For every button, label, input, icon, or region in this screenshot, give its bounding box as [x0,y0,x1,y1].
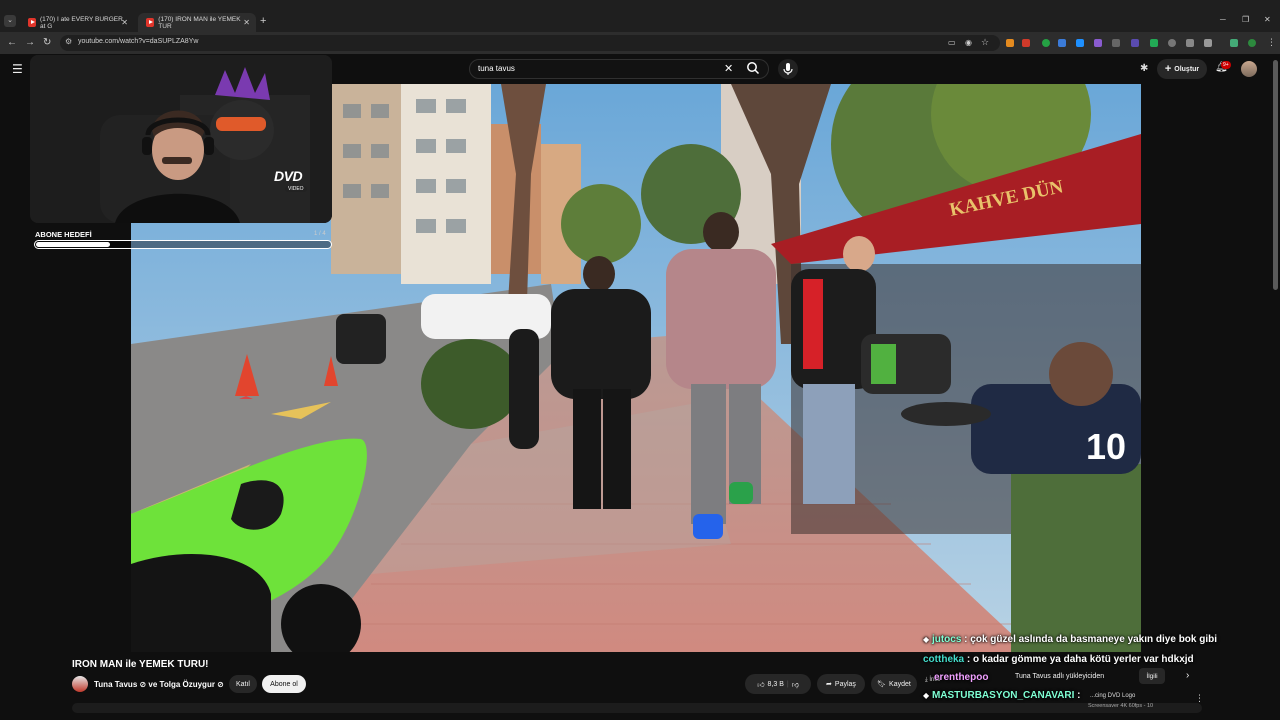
tab-close-icon[interactable]: ✕ [121,18,128,27]
profile-icon[interactable] [1230,39,1238,47]
recommended-video-subtitle[interactable]: Screensaver 4K 60fps - 10 [1088,703,1153,709]
tab-burger-video[interactable]: (170) I ate EVERY BURGER at G ✕ [20,13,134,32]
more-options-icon[interactable]: ⋮ [1195,693,1204,704]
create-button[interactable]: + Oluştur [1157,59,1207,79]
channel-avatar[interactable] [72,676,88,692]
streamer-webcam-scene [30,55,332,223]
microphone-icon[interactable] [778,59,798,79]
whatsapp-icon[interactable] [1042,39,1050,47]
maximize-icon[interactable]: ❐ [1242,15,1249,24]
chat-text: : [1074,690,1081,701]
thumbs-down-icon[interactable]: 👎︎ [792,680,799,689]
extension-icon[interactable] [1076,39,1084,47]
dvd-logo: DVD [274,168,303,184]
tab-title: (170) I ate EVERY BURGER at G [39,15,123,30]
eye-off-icon[interactable]: ◉ [965,38,972,47]
extension-icon[interactable] [1168,39,1176,47]
translate-icon[interactable] [1058,39,1066,47]
share-arrow-icon: ➦ [826,681,832,688]
window-close-icon[interactable]: ✕ [1264,15,1271,24]
description-box[interactable] [72,703,1202,713]
tab-search-icon[interactable]: ⌄ [4,15,16,27]
chat-message: ◆ MASTURBASYON_CANAVARI : [923,690,1080,701]
save-label: Kaydet [889,680,911,688]
chevron-right-icon[interactable]: › [1186,670,1189,681]
like-count[interactable]: 8,3 B [768,681,784,688]
back-arrow-icon[interactable]: ← [7,37,17,48]
youtube-favicon-icon [28,18,36,27]
extension-icon[interactable] [1094,39,1102,47]
minimize-icon[interactable]: ─ [1220,15,1226,24]
channel-names[interactable]: Tuna Tavus ⊘ ve Tolga Özuygur ⊘ [94,680,224,689]
cast-icon[interactable]: ▭ [948,38,956,47]
chat-message: cottheka : o kadar gömme ya daha kötü ye… [923,654,1194,665]
extension-icon[interactable] [1186,39,1194,47]
tab-ironman-video[interactable]: (170) IRON MAN ile YEMEK TUR ✕ [138,13,256,32]
dvd-video-label: VIDEO [285,186,307,192]
url-text[interactable]: youtube.com/watch?v=daSUPLZA8Yw [78,38,198,45]
related-chip[interactable]: İlgili [1139,668,1165,684]
reload-icon[interactable]: ↻ [43,37,51,48]
subscriber-goal-label: ABONE HEDEFİ [35,230,92,239]
extension-icon[interactable] [1006,39,1014,47]
save-button[interactable]: 🔖︎ Kaydet [871,674,917,694]
chat-nick: erenthepoo [934,672,989,683]
extension-icon[interactable] [1131,39,1139,47]
join-button[interactable]: Katıl [229,675,257,693]
tab-title: (170) IRON MAN ile YEMEK TUR [158,15,241,30]
chat-nick: cottheka [923,654,965,665]
uploader-chip[interactable]: Tuna Tavus adlı yükleyiciden [1015,668,1104,684]
chat-message: erenthepoo [934,672,988,683]
bookmark-star-icon[interactable]: ☆ [981,37,989,48]
chat-nick: MASTURBASYON_CANAVARI [931,690,1075,701]
profile-avatar-icon[interactable] [1248,39,1256,47]
extension-icon[interactable] [1150,39,1158,47]
share-button[interactable]: ➦ Paylaş [817,674,865,694]
webcam-overlay [30,55,332,223]
bookmark-icon: 🔖︎ [877,681,887,688]
subscriber-goal-count: 1 / 4 [314,231,326,237]
uploader-chip-label: Tuna Tavus adlı yükleyiciden [1015,672,1105,680]
search-icon[interactable] [746,61,760,75]
clear-search-icon[interactable]: ✕ [724,62,733,75]
tab-close-icon[interactable]: ✕ [243,18,250,27]
hamburger-menu-icon[interactable]: ☰ [12,62,23,76]
subscribe-button[interactable]: Abone ol [262,675,306,693]
video-title: IRON MAN ile YEMEK TURU! [72,659,209,670]
search-query[interactable]: tuna tavus [478,64,515,73]
extension-icon[interactable] [1022,39,1030,47]
create-label: Oluştur [1174,65,1200,73]
extensions-puzzle-icon[interactable] [1204,39,1212,47]
address-bar[interactable] [60,35,1000,51]
page-scrollbar[interactable] [1273,60,1278,290]
browser-menu-icon[interactable]: ⋮ [1267,37,1276,48]
chat-nick: jutocs [931,634,962,645]
chat-message: ◆ jutocs : çok güzel aslında da basmaney… [923,634,1217,645]
recommended-video-title[interactable]: ...cing DVD Logo [1090,693,1135,699]
subscriber-goal-fill [36,242,110,247]
site-info-icon[interactable]: ⚙ [65,37,72,46]
account-avatar[interactable] [1241,61,1257,77]
chat-badge-icon: ◆ [923,635,930,644]
forward-arrow-icon[interactable]: → [25,37,35,48]
notification-badge: 9+ [1221,61,1231,69]
jersey-number: 10 [1086,426,1126,467]
thumbs-up-icon[interactable]: 👍︎ [757,680,764,689]
chat-badge-icon: ◆ [923,691,930,700]
youtube-favicon-icon [146,18,155,27]
extension-icon[interactable] [1112,39,1120,47]
share-label: Paylaş [834,680,856,688]
plus-icon: + [1164,63,1172,75]
like-dislike-group: 👍︎ 8,3 B | 👎︎ [745,674,811,694]
chat-text: : o kadar gömme ya daha kötü yerler var … [964,654,1194,665]
studio-gear-icon[interactable]: ✱ [1140,63,1148,74]
chat-text: : çok güzel aslında da basmaneye yakın d… [961,634,1218,645]
new-tab-plus-icon[interactable]: + [260,15,266,27]
download-icon: ⤓ [925,677,928,683]
